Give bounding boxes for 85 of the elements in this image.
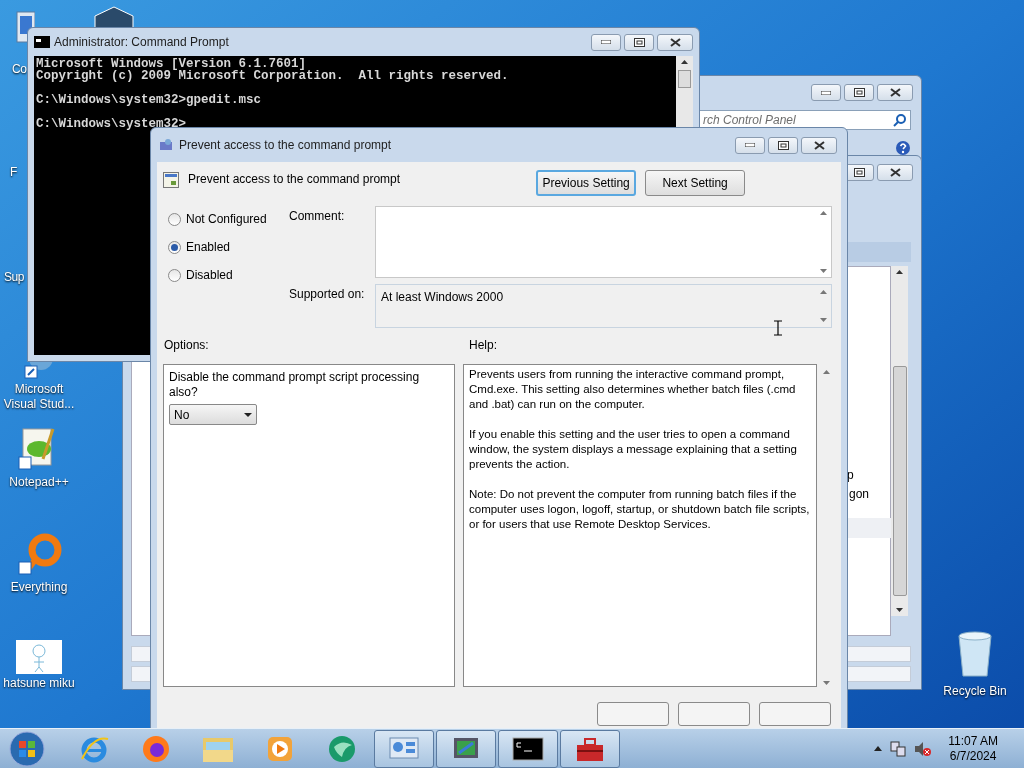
dialog-button[interactable] (759, 702, 831, 726)
console-line: Microsoft Windows [Version 6.1.7601] (36, 58, 307, 70)
window-title: Administrator: Command Prompt (54, 34, 229, 51)
console-line: C:\Windows\system32>gpedit.msc (36, 94, 263, 106)
show-hidden-icons-icon[interactable] (874, 746, 883, 751)
dialog-button[interactable] (678, 702, 750, 726)
radio-option[interactable]: Enabled (168, 239, 289, 255)
close-icon (813, 140, 825, 150)
desktop-icon-label[interactable]: hatsune miku (3, 676, 75, 691)
sketch-thumbnail-icon (16, 640, 62, 674)
maximize-button[interactable] (844, 84, 874, 101)
taskbar-button[interactable] (560, 729, 620, 768)
volume-muted-icon[interactable] (914, 740, 933, 757)
taskbar-button[interactable] (498, 729, 558, 768)
scroll-up-icon (896, 270, 903, 274)
setting-nav-button[interactable]: Next Setting (645, 170, 746, 196)
scrollbar[interactable] (891, 266, 908, 616)
radio-button[interactable] (168, 212, 181, 226)
radio-option[interactable]: Not Configured (168, 211, 289, 227)
desktop-icon-label[interactable]: Sup (4, 268, 24, 286)
scroll-up-icon (819, 211, 827, 215)
setting-nav-button[interactable]: Previous Setting (536, 170, 637, 196)
comment-field[interactable] (375, 206, 832, 278)
maximize-icon (853, 168, 865, 177)
help-paragraph: Prevents users from running the interactive command prompt, Cmd.exe. This setting also determines whether batch files (.cmd and .bat) can run on the computer. (469, 367, 797, 412)
caret-icon (244, 412, 252, 417)
section-label: Help: (469, 337, 497, 354)
close-button[interactable] (877, 164, 913, 181)
help-icon[interactable] (895, 140, 911, 156)
clock-time[interactable]: 11:07 AM (948, 733, 998, 749)
text-cursor-icon (774, 320, 782, 336)
scroll-thumb[interactable] (678, 70, 691, 88)
maximize-button[interactable] (624, 33, 654, 51)
list-text: p (847, 467, 854, 484)
window-title: Prevent access to the command prompt (179, 137, 392, 154)
scroll-down-icon (819, 269, 827, 273)
clock-date[interactable]: 6/7/2024 (949, 748, 997, 764)
minimize-icon (821, 90, 831, 95)
desktop-icon-label[interactable]: Recycle Bin (943, 682, 1007, 700)
radio-button[interactable] (168, 268, 181, 282)
maximize-button[interactable] (768, 136, 798, 154)
help-paragraph: If you enable this setting and the user tries to open a command window, the system displays a message explaining that a setting prevents the action. (469, 427, 798, 472)
maximize-icon (777, 140, 789, 150)
search-icon (893, 113, 907, 127)
setting-icon (163, 172, 179, 188)
desktop-icon-label[interactable]: Notepad++ (9, 475, 69, 490)
option-dropdown[interactable]: No (169, 404, 257, 425)
option-text: Disable the command prompt script processing also? (169, 370, 421, 400)
radio-button[interactable] (168, 240, 181, 254)
field-label: Supported on: (289, 286, 366, 303)
close-icon (889, 168, 901, 177)
close-icon (889, 88, 901, 97)
setting-heading: Prevent access to the command prompt (188, 171, 401, 188)
minimize-icon (601, 40, 611, 44)
scroll-up-icon (822, 370, 830, 374)
maximize-icon (633, 37, 645, 47)
console-icon (34, 36, 50, 48)
maximize-icon (853, 88, 865, 97)
console-line: Copyright (c) 2009 Microsoft Corporation. All rights reserved. (36, 70, 510, 82)
header-strip (845, 242, 911, 262)
search-placeholder: rch Control Panel (703, 112, 796, 129)
close-icon (669, 37, 681, 47)
close-button[interactable] (657, 33, 693, 51)
scroll-thumb[interactable] (892, 366, 907, 596)
help-paragraph: Note: Do not prevent the computer from running batch files if the computer uses logon, logoff, startup, or shutdown batch file scripts, or for users that use Remote Desktop Services. (469, 487, 811, 532)
policy-icon (159, 138, 175, 152)
close-button[interactable] (877, 84, 913, 101)
minimize-icon (745, 143, 755, 147)
field-label: Comment: (289, 208, 346, 225)
radio-option[interactable]: Disabled (168, 267, 289, 283)
list-text: gon (849, 486, 870, 503)
section-label: Options: (163, 337, 210, 354)
scroll-up-icon (819, 290, 827, 294)
close-button[interactable] (801, 136, 837, 154)
scroll-down-icon (896, 608, 903, 612)
network-icon[interactable] (890, 740, 907, 757)
supported-value: At least Windows 2000 (380, 289, 505, 306)
search-field[interactable]: rch Control Panel (699, 110, 911, 130)
console-icon[interactable] (512, 736, 544, 761)
desktop-icon-label[interactable]: Everything (10, 580, 68, 595)
scroll-down-icon (819, 318, 827, 322)
desktop-icon-label[interactable]: Microsoft Visual Stud... (0, 382, 78, 412)
console-line: C:\Windows\system32> (36, 118, 188, 130)
scroll-up-icon (681, 60, 688, 64)
recycle-bin-icon (955, 630, 995, 678)
